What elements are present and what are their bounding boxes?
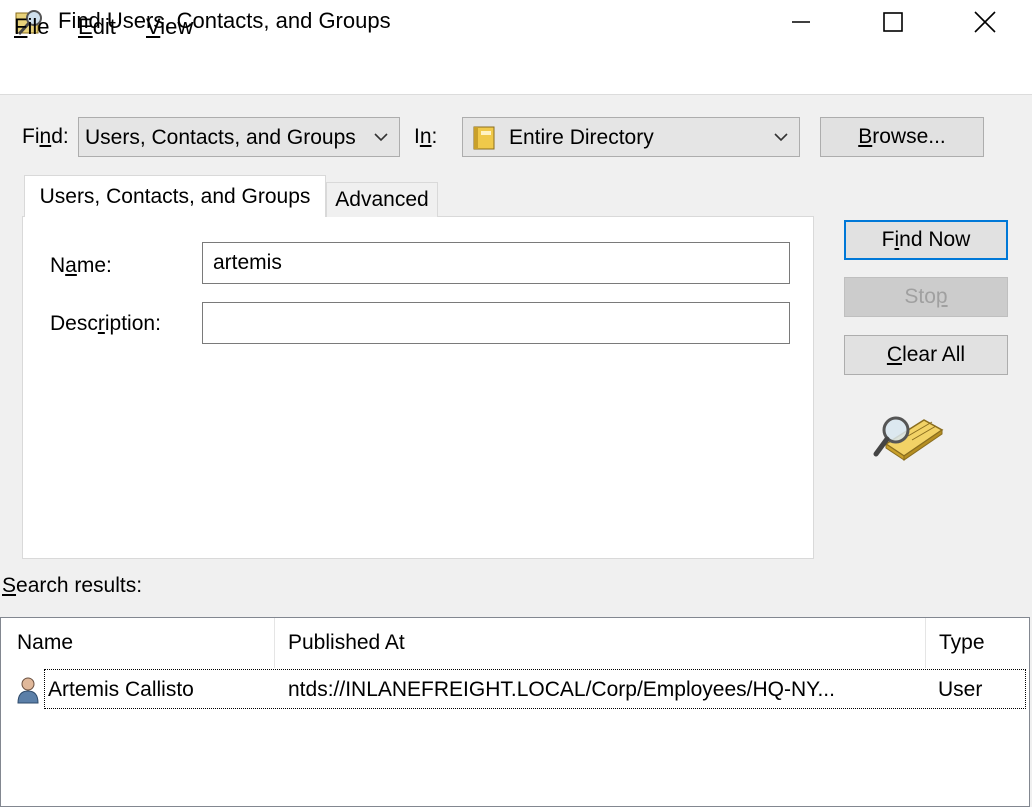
stop-label-pre: Sto <box>904 285 936 308</box>
clear-all-button[interactable]: Clear All <box>844 335 1008 375</box>
stop-mnemonic: p <box>935 285 948 308</box>
search-scope-dropdown[interactable]: Entire Directory <box>462 117 800 157</box>
menu-edit-mnemonic: E <box>78 14 93 39</box>
browse-button[interactable]: Browse... <box>820 117 984 157</box>
in-label: In: <box>414 125 437 149</box>
find-type-dropdown[interactable]: Users, Contacts, and Groups <box>78 117 400 157</box>
in-label-post: : <box>431 125 438 148</box>
user-icon <box>17 677 39 704</box>
tab-users-contacts-groups[interactable]: Users, Contacts, and Groups <box>24 175 326 217</box>
menu-edit-label: dit <box>92 14 116 39</box>
chevron-down-icon <box>774 133 788 142</box>
search-results-mnemonic: S <box>2 574 17 597</box>
menu-view-label: iew <box>160 14 194 39</box>
close-button[interactable] <box>939 0 1031 44</box>
name-label-pre: N <box>50 254 66 277</box>
name-label-post: me: <box>76 254 112 277</box>
find-now-label-post: nd Now <box>899 228 971 251</box>
find-label-post: d: <box>51 125 69 148</box>
search-results-label-text: earch results: <box>16 574 143 597</box>
column-header-name[interactable]: Name <box>1 618 275 668</box>
clear-all-label: lear All <box>902 343 966 366</box>
description-label: Description: <box>50 312 161 336</box>
column-header-published-at[interactable]: Published At <box>276 618 926 668</box>
menu-file[interactable]: File <box>14 14 49 40</box>
find-now-label-pre: F <box>881 228 895 251</box>
minimize-button[interactable] <box>755 0 847 44</box>
close-icon <box>974 11 996 33</box>
browse-label: rowse... <box>872 125 946 148</box>
menu-file-label: ile <box>27 14 50 39</box>
directory-book-icon <box>473 126 495 150</box>
find-type-value: Users, Contacts, and Groups <box>85 126 356 149</box>
description-label-post: iption: <box>104 312 161 335</box>
find-label-pre: Fi <box>22 125 40 148</box>
result-published-at: ntds://INLANEFREIGHT.LOCAL/Corp/Employee… <box>288 678 835 701</box>
search-magnifier-icon <box>873 416 944 461</box>
menu-view-mnemonic: V <box>146 14 161 39</box>
search-scope-value: Entire Directory <box>509 126 654 149</box>
browse-mnemonic: B <box>858 125 873 148</box>
result-type: User <box>938 678 983 701</box>
maximize-button[interactable] <box>847 0 939 44</box>
name-input[interactable] <box>202 242 790 284</box>
find-now-button[interactable]: Fi nd Now <box>844 220 1008 260</box>
description-label-pre: Desc <box>50 312 98 335</box>
menu-edit[interactable]: Edit <box>78 14 116 40</box>
name-label: Name: <box>50 254 112 278</box>
menu-bar <box>0 44 1032 95</box>
minimize-icon <box>792 21 810 23</box>
description-label-mnemonic: r <box>97 312 105 335</box>
stop-button[interactable]: Sto p <box>844 277 1008 317</box>
chevron-down-icon <box>374 133 388 142</box>
tab-advanced[interactable]: Advanced <box>326 182 438 217</box>
result-name: Artemis Callisto <box>48 678 194 701</box>
search-results-label: Search results: <box>2 574 142 598</box>
column-header-type[interactable]: Type <box>927 618 1027 668</box>
maximize-icon <box>883 12 903 32</box>
clear-all-mnemonic: C <box>886 343 903 366</box>
in-label-mnemonic: n <box>419 125 432 148</box>
description-input[interactable] <box>202 302 790 344</box>
find-label: Find: <box>22 125 69 149</box>
name-label-mnemonic: a <box>65 254 77 277</box>
find-label-mnemonic: n <box>39 125 52 148</box>
menu-file-mnemonic: F <box>14 14 28 39</box>
menu-view[interactable]: View <box>146 14 193 40</box>
